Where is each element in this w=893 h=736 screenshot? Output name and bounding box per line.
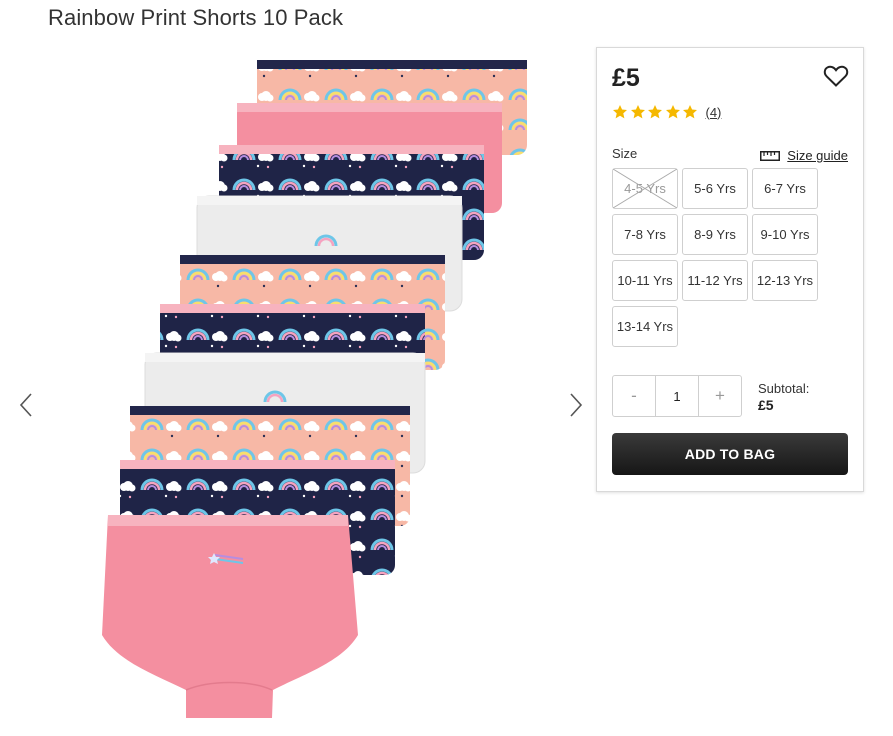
size-option[interactable]: 10-11 Yrs	[612, 260, 678, 301]
carousel-prev-button[interactable]	[16, 390, 40, 420]
rating-count-link[interactable]: (4)	[706, 105, 722, 120]
rating-stars: (4)	[612, 104, 721, 120]
add-to-bag-button[interactable]: ADD TO BAG	[612, 433, 848, 475]
quantity-decrement-button[interactable]: -	[613, 376, 655, 416]
quantity-input[interactable]: 1	[655, 376, 699, 416]
purchase-panel: £5 (4) Size Size guide 4-5 Yrs	[596, 47, 864, 492]
size-guide-label: Size guide	[787, 148, 848, 163]
ruler-icon	[760, 150, 781, 161]
quantity-stepper: - 1 +	[612, 375, 742, 417]
chevron-left-icon	[19, 393, 32, 417]
product-image	[102, 60, 527, 718]
size-options: 4-5 Yrs 5-6 Yrs 6-7 Yrs 7-8 Yrs 8-9 Yrs …	[612, 168, 822, 347]
subtotal: Subtotal: £5	[758, 380, 809, 414]
carousel-next-button[interactable]	[564, 390, 588, 420]
size-option[interactable]: 13-14 Yrs	[612, 306, 678, 347]
star-icon	[630, 105, 645, 119]
subtotal-amount: £5	[758, 397, 774, 413]
size-label: Size	[612, 146, 638, 161]
unavailable-cross-icon	[613, 169, 677, 208]
wishlist-button[interactable]	[823, 64, 849, 88]
quantity-increment-button[interactable]: +	[699, 376, 741, 416]
size-option[interactable]: 6-7 Yrs	[752, 168, 818, 209]
chevron-right-icon	[570, 393, 583, 417]
star-icon	[683, 105, 697, 119]
size-option[interactable]: 5-6 Yrs	[682, 168, 748, 209]
size-option[interactable]: 8-9 Yrs	[682, 214, 748, 255]
product-price: £5	[612, 64, 640, 92]
star-icon	[665, 105, 680, 119]
product-image-carousel	[0, 40, 600, 736]
size-option[interactable]: 7-8 Yrs	[612, 214, 678, 255]
product-title: Rainbow Print Shorts 10 Pack	[48, 5, 344, 30]
size-guide-link[interactable]: Size guide	[760, 148, 848, 163]
heart-outline-icon	[823, 65, 849, 87]
size-option[interactable]: 11-12 Yrs	[682, 260, 748, 301]
size-option-unavailable[interactable]: 4-5 Yrs	[612, 168, 678, 209]
subtotal-label: Subtotal:	[758, 381, 810, 396]
size-option[interactable]: 9-10 Yrs	[752, 214, 818, 255]
star-icon	[648, 105, 662, 119]
star-icon	[613, 105, 627, 119]
size-option[interactable]: 12-13 Yrs	[752, 260, 818, 301]
